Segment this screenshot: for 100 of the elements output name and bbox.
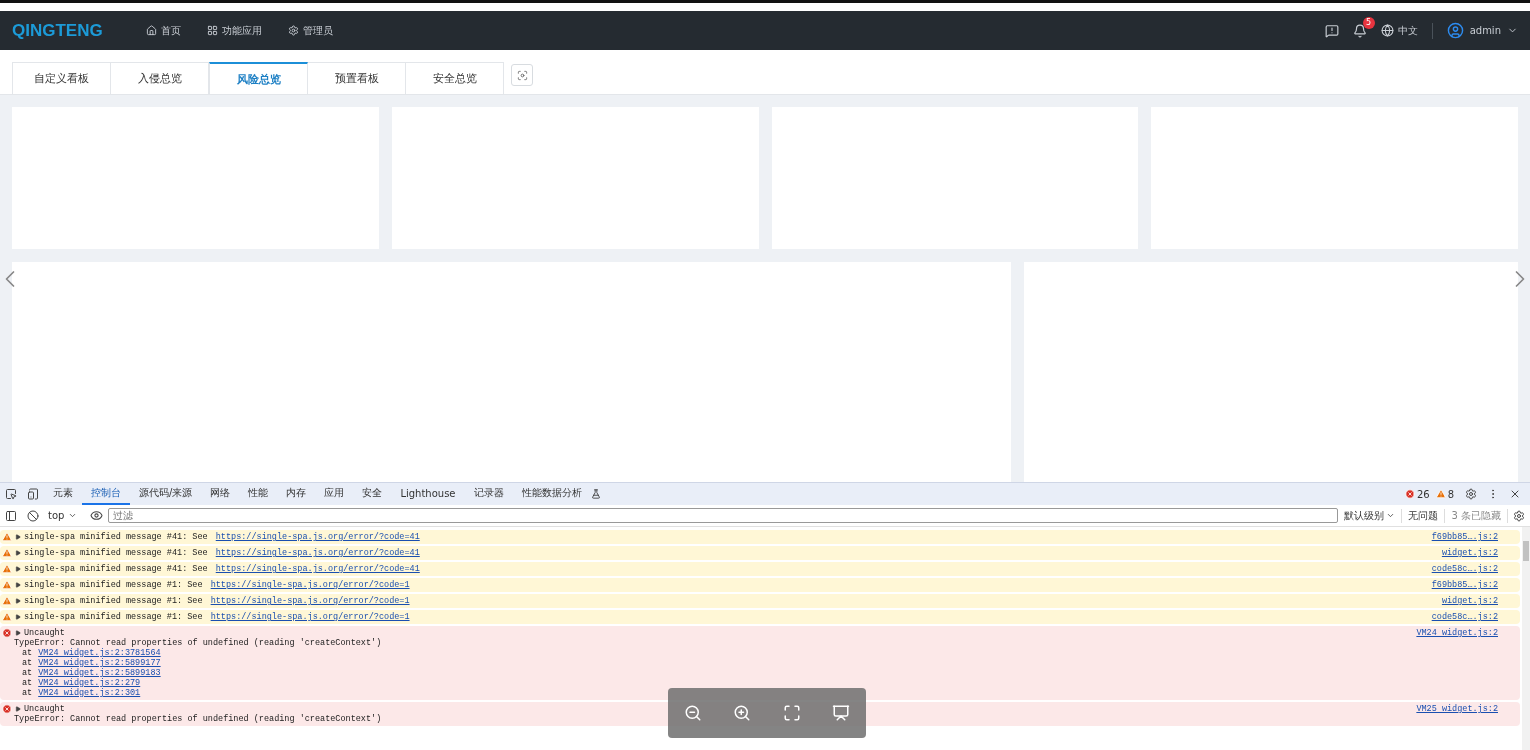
devtools-tab[interactable]: Lighthouse (391, 483, 465, 505)
zoom-in-icon[interactable] (733, 704, 752, 722)
avatar-icon[interactable] (1446, 22, 1464, 39)
scrollbar-thumb[interactable] (1523, 541, 1529, 561)
tab-settings-button[interactable] (511, 64, 533, 86)
sidebar-icon[interactable] (5, 509, 17, 522)
dashboard-tab[interactable]: 入侵总览 (111, 62, 209, 94)
error-icon (1404, 489, 1415, 499)
stack-prefix: at (22, 648, 33, 658)
username[interactable]: admin (1469, 25, 1501, 36)
issues-button[interactable]: 无问题 (1402, 508, 1446, 523)
eye-icon[interactable] (90, 509, 104, 522)
devtools-tab[interactable]: 源代码/来源 (130, 483, 202, 505)
expand-icon[interactable] (15, 550, 21, 556)
source-link[interactable]: code58c….js:2 (1431, 612, 1498, 622)
error-detail: TypeError: Cannot read properties of undefined (reading 'createContext') (13, 714, 383, 724)
nav-item[interactable]: 首页 (146, 23, 181, 38)
message-text: Uncaught (24, 628, 65, 638)
globe-icon[interactable] (1380, 24, 1394, 37)
message-text: single-spa minified message #41: See (24, 532, 209, 542)
devtools-tab[interactable]: 记录器 (464, 483, 513, 505)
inspect-icon[interactable] (5, 488, 17, 500)
logo[interactable]: QINGTENG (12, 20, 146, 41)
filter-field[interactable]: 过滤 (108, 508, 1339, 523)
devtools-tab[interactable]: 应用 (315, 483, 354, 505)
expand-icon[interactable] (15, 598, 21, 604)
devtools-tab[interactable]: 性能数据分析 (512, 483, 591, 505)
clear-icon[interactable] (27, 509, 39, 522)
source-link[interactable]: code58c….js:2 (1431, 564, 1498, 574)
language-label[interactable]: 中文 (1397, 23, 1418, 38)
warning-icon (2, 548, 12, 558)
devtools-tab[interactable]: 安全 (353, 483, 392, 505)
source-link[interactable]: widget.js:2 (1441, 596, 1498, 606)
stack-prefix: at (22, 678, 33, 688)
message-text: single-spa minified message #1: See (24, 580, 204, 590)
stack-link[interactable]: VM24 widget.js:2:301 (38, 688, 141, 698)
error-link[interactable]: https://single-spa.js.org/error/?code=1 (210, 596, 410, 606)
warning-icon (2, 596, 12, 606)
alert-icon[interactable] (1324, 23, 1339, 38)
error-icon (2, 628, 12, 638)
error-count[interactable]: 26 (1416, 488, 1430, 500)
context-select[interactable]: top (48, 510, 78, 521)
dashboard-tab[interactable]: 风险总览 (209, 62, 308, 94)
stack-prefix: at (22, 658, 33, 668)
nav-item[interactable]: 功能应用 (207, 23, 262, 38)
stack-prefix: at (22, 668, 33, 678)
hidden-count: 3 条已隐藏 (1445, 508, 1508, 523)
fullscreen-icon[interactable] (782, 704, 801, 722)
zoom-out-icon[interactable] (683, 704, 702, 722)
stack-link[interactable]: VM24 widget.js:2:279 (38, 678, 141, 688)
caret-icon (68, 511, 78, 520)
dashboard-tab[interactable]: 安全总览 (406, 62, 504, 94)
error-link[interactable]: https://single-spa.js.org/error/?code=1 (210, 612, 410, 622)
source-link[interactable]: f69bb85….js:2 (1431, 532, 1498, 542)
source-link[interactable]: VM25 widget.js:2 (1416, 704, 1498, 724)
error-detail: TypeError: Cannot read properties of undefined (reading 'createContext') (13, 638, 383, 648)
error-link[interactable]: https://single-spa.js.org/error/?code=41 (215, 564, 420, 574)
warning-icon (2, 532, 12, 542)
flask-icon (590, 489, 601, 499)
device-icon[interactable] (27, 488, 39, 500)
warning-icon (2, 612, 12, 622)
devtools-tab[interactable]: 元素 (44, 483, 82, 505)
warning-icon (2, 580, 12, 590)
devtools-tab[interactable]: 性能 (239, 483, 278, 505)
warning-icon (1435, 489, 1446, 499)
source-link[interactable]: VM24 widget.js:2 (1416, 628, 1498, 698)
expand-icon[interactable] (15, 614, 21, 620)
home-icon (146, 25, 157, 36)
error-link[interactable]: https://single-spa.js.org/error/?code=1 (210, 580, 410, 590)
dashboard-tab[interactable]: 预置看板 (308, 62, 406, 94)
expand-icon[interactable] (15, 534, 21, 540)
expand-icon[interactable] (15, 706, 21, 712)
close-icon[interactable] (1509, 488, 1521, 500)
source-link[interactable]: widget.js:2 (1441, 548, 1498, 558)
devtools-tab[interactable]: 内存 (277, 483, 316, 505)
warning-icon (2, 564, 12, 574)
message-text: single-spa minified message #1: See (24, 596, 204, 606)
error-link[interactable]: https://single-spa.js.org/error/?code=41 (215, 548, 420, 558)
devtools-tab[interactable]: 网络 (201, 483, 240, 505)
notification-icon[interactable] (1352, 23, 1367, 38)
stack-link[interactable]: VM24 widget.js:2:5899177 (38, 658, 161, 668)
slideshow-icon[interactable] (832, 704, 851, 722)
stack-link[interactable]: VM24 widget.js:2:3781564 (38, 648, 161, 658)
warning-count[interactable]: 8 (1447, 488, 1454, 500)
source-link[interactable]: f69bb85….js:2 (1431, 580, 1498, 590)
notification-badge: 5 (1362, 16, 1375, 29)
error-link[interactable]: https://single-spa.js.org/error/?code=41 (215, 532, 420, 542)
expand-icon[interactable] (15, 582, 21, 588)
message-text: single-spa minified message #41: See (24, 564, 209, 574)
expand-icon[interactable] (15, 630, 21, 636)
expand-icon[interactable] (15, 566, 21, 572)
message-text: single-spa minified message #41: See (24, 548, 209, 558)
level-dropdown[interactable]: 默认级别 (1338, 508, 1403, 523)
message-text: Uncaught (24, 704, 65, 714)
devtools-tab[interactable]: 控制台 (82, 483, 130, 505)
nav-item[interactable]: 管理员 (288, 23, 333, 38)
dashboard-tab[interactable]: 自定义看板 (12, 62, 111, 94)
stack-link[interactable]: VM24 widget.js:2:5899183 (38, 668, 161, 678)
error-icon (2, 704, 12, 714)
stack-prefix: at (22, 688, 33, 698)
